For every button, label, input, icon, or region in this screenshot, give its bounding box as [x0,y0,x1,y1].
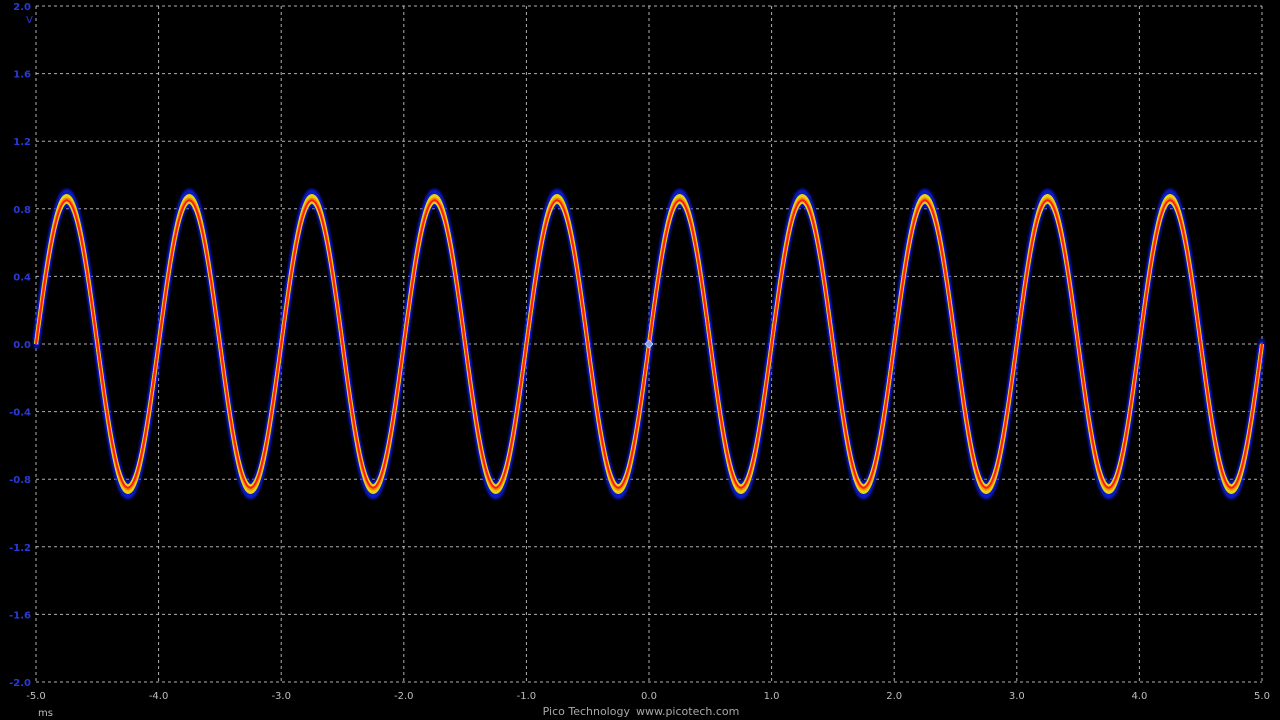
x-tick-label: 4.0 [1131,691,1147,702]
y-tick-label: -2.0 [9,678,31,689]
y-tick-label: 0.8 [13,205,31,216]
y-tick-label: 1.2 [13,137,31,148]
footer-brand: Pico Technology [543,705,631,718]
x-axis-unit: ms [38,708,53,719]
x-tick-label: 2.0 [886,691,902,702]
y-tick-label: 1.6 [13,70,31,81]
x-tick-label: -2.0 [394,691,414,702]
x-tick-label: -5.0 [26,691,46,702]
x-tick-label: 3.0 [1009,691,1025,702]
footer-text: Pico Technology www.picotech.com [543,705,740,718]
plot-background [0,0,1280,720]
x-tick-label: 0.0 [641,691,657,702]
y-axis-unit: V [26,15,33,26]
y-tick-label: -1.6 [9,610,31,621]
y-tick-label: 0.0 [13,340,31,351]
x-tick-label: 5.0 [1254,691,1270,702]
x-tick-label: -1.0 [517,691,537,702]
x-tick-label: -3.0 [271,691,291,702]
oscilloscope-display[interactable]: 2.0 1.6 1.2 0.8 0.4 0.0 -0.4 -0.8 -1.2 -1.6 -2.0 -… [0,0,1280,720]
y-tick-label: -1.2 [9,543,31,554]
footer-url: www.picotech.com [636,705,739,718]
y-tick-label: -0.8 [9,475,31,486]
y-tick-label: -0.4 [9,408,31,419]
x-tick-label: 1.0 [764,691,780,702]
x-tick-label: -4.0 [149,691,169,702]
y-tick-label: 2.0 [13,2,31,13]
y-tick-label: 0.4 [13,272,31,283]
